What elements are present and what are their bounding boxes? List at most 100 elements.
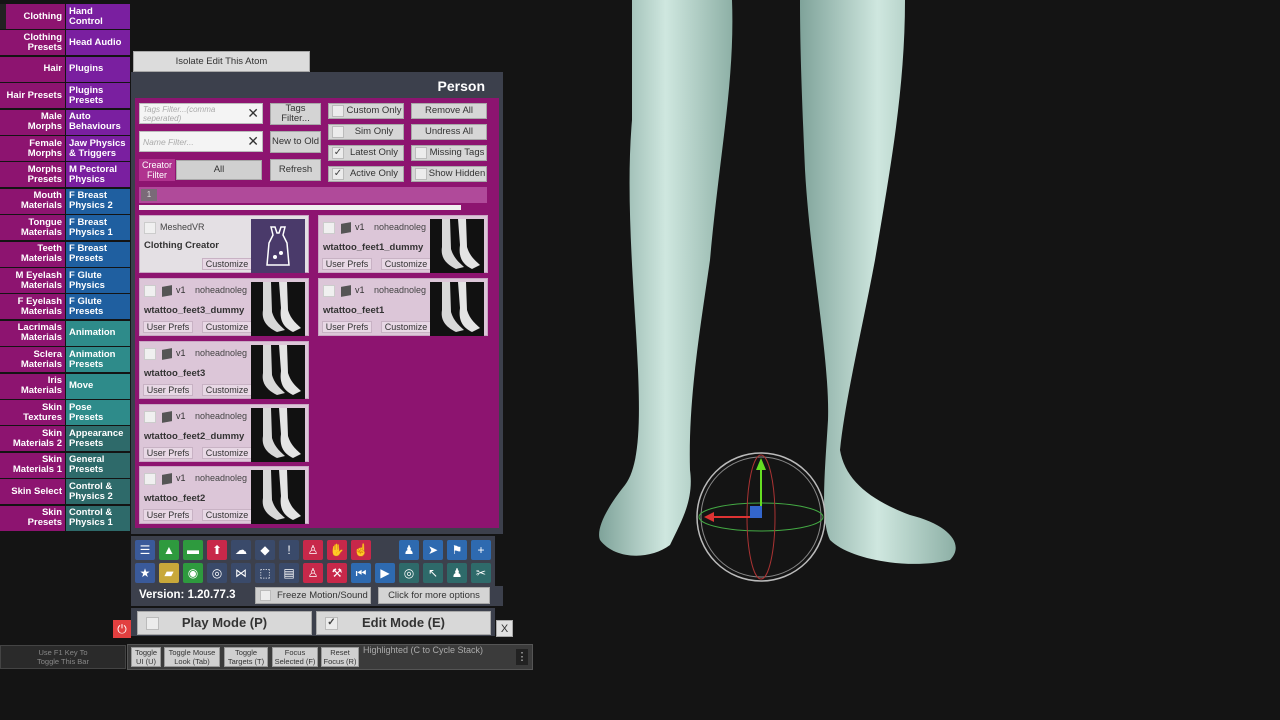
- hand-point-icon[interactable]: ☝: [351, 540, 371, 560]
- tools-icon[interactable]: ✂: [471, 563, 491, 583]
- clothing-item[interactable]: v1 noheadnoleg wtattoo_feet1 User Prefs Cust…: [318, 278, 488, 336]
- item-checkbox[interactable]: [144, 222, 156, 234]
- person-remove-icon[interactable]: ♙: [303, 563, 323, 583]
- tab-left-15[interactable]: Skin Textures: [0, 400, 65, 425]
- tab-right-0[interactable]: Hand Control: [66, 4, 130, 29]
- clothing-item[interactable]: v1 noheadnoleg wtattoo_feet1_dummy User Pre…: [318, 215, 488, 273]
- target-icon[interactable]: ◎: [399, 563, 419, 583]
- add-icon[interactable]: +: [471, 540, 491, 560]
- fly-icon[interactable]: ➤: [423, 540, 443, 560]
- undress-all-button[interactable]: Undress All: [411, 124, 487, 140]
- more-options-button[interactable]: Click for more options: [378, 587, 490, 604]
- person-add-icon[interactable]: ♙: [303, 540, 323, 560]
- tab-right-13[interactable]: Animation Presets: [66, 347, 130, 373]
- upload-icon[interactable]: ⬆: [207, 540, 227, 560]
- tab-right-4[interactable]: Auto Behaviours: [66, 109, 130, 135]
- tab-left-1[interactable]: Clothing Presets: [0, 30, 65, 56]
- creator-filter-select[interactable]: All: [176, 160, 262, 180]
- customize-button[interactable]: Customize: [202, 509, 252, 521]
- tab-left-2[interactable]: Hair: [0, 56, 65, 82]
- customize-button[interactable]: Customize: [202, 384, 252, 396]
- tab-right-10[interactable]: F Glute Physics: [66, 268, 130, 293]
- tab-right-17[interactable]: General Presets: [66, 452, 130, 478]
- tab-left-12[interactable]: Lacrimals Materials: [0, 320, 65, 346]
- tags-filter-button[interactable]: Tags Filter...: [270, 103, 321, 125]
- tab-left-10[interactable]: M Eyelash Materials: [0, 268, 65, 293]
- user-prefs-button[interactable]: User Prefs: [143, 509, 193, 521]
- tab-right-2[interactable]: Plugins: [66, 56, 130, 82]
- tab-right-5[interactable]: Jaw Physics & Triggers: [66, 136, 130, 161]
- isolate-edit-button[interactable]: Isolate Edit This Atom: [133, 51, 310, 72]
- sort-button[interactable]: New to Old: [270, 131, 321, 153]
- user-prefs-button[interactable]: User Prefs: [143, 321, 193, 333]
- page-button[interactable]: 1: [141, 189, 157, 201]
- customize-button[interactable]: Customize: [202, 258, 252, 270]
- hand-icon[interactable]: ✋: [327, 540, 347, 560]
- clothing-item[interactable]: MeshedVR Clothing Creator Customize: [139, 215, 309, 273]
- tab-right-14[interactable]: Move: [66, 373, 130, 399]
- play-mode-button[interactable]: Play Mode (P): [137, 611, 312, 635]
- tags-filter-input[interactable]: Tags Filter...(comma seperated) ✕: [139, 103, 263, 124]
- tab-right-12[interactable]: Animation: [66, 320, 130, 346]
- clothing-item[interactable]: v1 noheadnoleg wtattoo_feet2_dummy User Pre…: [139, 404, 309, 462]
- tab-left-8[interactable]: Tongue Materials: [0, 215, 65, 241]
- customize-button[interactable]: Customize: [381, 258, 431, 270]
- remove-all-button[interactable]: Remove All: [411, 103, 487, 119]
- item-checkbox[interactable]: [144, 473, 156, 485]
- cube-icon[interactable]: ◆: [255, 540, 275, 560]
- tab-right-19[interactable]: Control & Physics 1: [66, 505, 130, 531]
- tab-left-18[interactable]: Skin Select: [0, 479, 65, 505]
- item-checkbox[interactable]: [144, 348, 156, 360]
- tab-left-5[interactable]: Female Morphs: [0, 136, 65, 161]
- cloud-icon[interactable]: ☁: [231, 540, 251, 560]
- tab-right-6[interactable]: M Pectoral Physics: [66, 162, 130, 188]
- tab-left-17[interactable]: Skin Materials 1: [0, 452, 65, 478]
- play-icon[interactable]: ▶: [375, 563, 395, 583]
- scene-viewport[interactable]: [510, 0, 1280, 720]
- toggle-targets-button[interactable]: Toggle Targets (T): [224, 647, 268, 667]
- customize-button[interactable]: Customize: [202, 447, 252, 459]
- tab-right-18[interactable]: Control & Physics 2: [66, 479, 130, 505]
- latest-only-toggle[interactable]: ✓ Latest Only: [328, 145, 404, 161]
- toggle-ui-button[interactable]: Toggle UI (U): [131, 647, 161, 667]
- close-button[interactable]: X: [496, 620, 513, 637]
- menu-dots-icon[interactable]: ⋮: [516, 649, 528, 665]
- open-scene-icon[interactable]: ▲: [159, 540, 179, 560]
- tab-left-9[interactable]: Teeth Materials: [0, 241, 65, 267]
- clothing-item[interactable]: v1 noheadnoleg wtattoo_feet3_dummy User Pre…: [139, 278, 309, 336]
- sim-only-toggle[interactable]: Sim Only: [328, 124, 404, 140]
- star-icon[interactable]: ★: [135, 563, 155, 583]
- item-checkbox[interactable]: [144, 285, 156, 297]
- package-icon[interactable]: ⬚: [255, 563, 275, 583]
- tab-right-1[interactable]: Head Audio: [66, 30, 130, 56]
- tab-left-0[interactable]: Clothing: [0, 4, 65, 29]
- edit-mode-button[interactable]: ✓ Edit Mode (E): [316, 611, 491, 635]
- wrench-icon[interactable]: ⚒: [327, 563, 347, 583]
- user-prefs-button[interactable]: User Prefs: [143, 384, 193, 396]
- flag-icon[interactable]: ⚑: [447, 540, 467, 560]
- tab-right-3[interactable]: Plugins Presets: [66, 83, 130, 109]
- item-checkbox[interactable]: [323, 222, 335, 234]
- tab-right-8[interactable]: F Breast Physics 1: [66, 215, 130, 241]
- screenshot-icon[interactable]: ◎: [207, 563, 227, 583]
- user-prefs-button[interactable]: User Prefs: [143, 447, 193, 459]
- transform-gizmo[interactable]: [696, 452, 826, 582]
- clothing-item[interactable]: v1 noheadnoleg wtattoo_feet3 User Prefs Cust…: [139, 341, 309, 399]
- tab-left-19[interactable]: Skin Presets: [0, 505, 65, 531]
- cursor-icon[interactable]: ↖: [423, 563, 443, 583]
- tab-left-13[interactable]: Sclera Materials: [0, 347, 65, 373]
- name-filter-input[interactable]: Name Filter... ✕: [139, 131, 263, 152]
- scrollbar[interactable]: [139, 205, 461, 210]
- alert-icon[interactable]: !: [279, 540, 299, 560]
- folder-icon[interactable]: ▬: [183, 540, 203, 560]
- person-icon[interactable]: ♟: [399, 540, 419, 560]
- persons-icon[interactable]: ♟: [447, 563, 467, 583]
- tab-right-16[interactable]: Appearance Presets: [66, 426, 130, 452]
- mouse-look-button[interactable]: Toggle Mouse Look (Tab): [164, 647, 220, 667]
- freeze-button[interactable]: Freeze Motion/Sound: [255, 587, 371, 604]
- customize-button[interactable]: Customize: [202, 321, 252, 333]
- tab-left-11[interactable]: F Eyelash Materials: [0, 294, 65, 320]
- item-checkbox[interactable]: [323, 285, 335, 297]
- tab-left-14[interactable]: Iris Materials: [0, 373, 65, 399]
- tab-left-4[interactable]: Male Morphs: [0, 109, 65, 135]
